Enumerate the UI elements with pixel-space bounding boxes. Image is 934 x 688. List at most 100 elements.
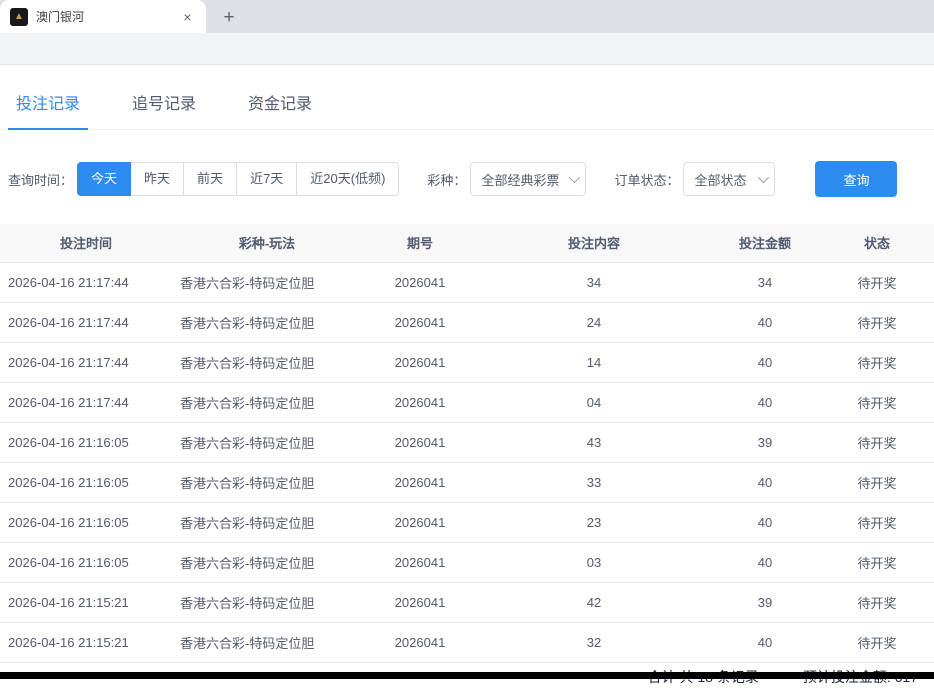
- header-status: 状态: [820, 224, 934, 262]
- query-button[interactable]: 查询: [815, 161, 897, 197]
- time-filter-20days[interactable]: 近20天(低频): [296, 162, 399, 196]
- order-status-select[interactable]: 全部状态: [683, 162, 775, 196]
- cell-bet-time: 2026-04-16 21:15:21: [0, 622, 172, 662]
- browser-toolbar: [0, 33, 934, 65]
- time-filter-today[interactable]: 今天: [77, 162, 131, 196]
- cell-issue-number: 2026041: [362, 382, 478, 422]
- cell-game-play: 香港六合彩-特码定位胆: [172, 422, 362, 462]
- table-row: 2026-04-16 21:17:44 香港六合彩-特码定位胆 2026041 …: [0, 342, 934, 382]
- chevron-down-icon: [758, 172, 769, 183]
- cell-issue-number: 2026041: [362, 542, 478, 582]
- tab-chase-records[interactable]: 追号记录: [118, 78, 210, 129]
- cell-status: 待开奖: [820, 582, 934, 622]
- cell-issue-number: 2026041: [362, 582, 478, 622]
- time-filter-yesterday[interactable]: 昨天: [130, 162, 184, 196]
- table-row: 2026-04-16 21:15:21 香港六合彩-特码定位胆 2026041 …: [0, 622, 934, 662]
- cell-game-play: 香港六合彩-特码定位胆: [172, 342, 362, 382]
- browser-tab-title: 澳门银河: [36, 8, 171, 25]
- cell-game-play: 香港六合彩-特码定位胆: [172, 542, 362, 582]
- cell-game-play: 香港六合彩-特码定位胆: [172, 302, 362, 342]
- cell-bet-time: 2026-04-16 21:16:05: [0, 502, 172, 542]
- cell-bet-content: 34: [478, 262, 710, 302]
- time-filter-label: 查询时间：: [8, 170, 73, 189]
- header-bet-amount: 投注金额: [710, 224, 820, 262]
- cell-bet-content: 43: [478, 422, 710, 462]
- cell-status: 待开奖: [820, 542, 934, 582]
- cell-bet-amount: 40: [710, 502, 820, 542]
- cell-status: 待开奖: [820, 342, 934, 382]
- cell-issue-number: 2026041: [362, 302, 478, 342]
- cell-bet-content: 24: [478, 302, 710, 342]
- cell-bet-content: 04: [478, 382, 710, 422]
- header-game-play: 彩种-玩法: [172, 224, 362, 262]
- cell-bet-amount: 40: [710, 382, 820, 422]
- cell-issue-number: 2026041: [362, 502, 478, 542]
- cell-issue-number: 2026041: [362, 422, 478, 462]
- cell-status: 待开奖: [820, 262, 934, 302]
- cell-status: 待开奖: [820, 622, 934, 662]
- table-row: 2026-04-16 21:16:05 香港六合彩-特码定位胆 2026041 …: [0, 542, 934, 582]
- cell-game-play: 香港六合彩-特码定位胆: [172, 502, 362, 542]
- cell-issue-number: 2026041: [362, 262, 478, 302]
- lottery-select-value: 全部经典彩票: [481, 170, 559, 189]
- table-row: 2026-04-16 21:17:44 香港六合彩-特码定位胆 2026041 …: [0, 302, 934, 342]
- table-body: 2026-04-16 21:17:44 香港六合彩-特码定位胆 2026041 …: [0, 262, 934, 662]
- cell-bet-time: 2026-04-16 21:16:05: [0, 462, 172, 502]
- cell-game-play: 香港六合彩-特码定位胆: [172, 382, 362, 422]
- time-filter-day-before[interactable]: 前天: [183, 162, 237, 196]
- cell-bet-amount: 40: [710, 622, 820, 662]
- cell-bet-content: 14: [478, 342, 710, 382]
- bet-records-table: 投注时间 彩种-玩法 期号 投注内容 投注金额 状态 2026-04-16 21…: [0, 224, 934, 663]
- tab-close-icon[interactable]: ×: [179, 8, 196, 25]
- lottery-select[interactable]: 全部经典彩票: [470, 162, 586, 196]
- browser-tab[interactable]: ▲ 澳门银河 ×: [0, 0, 206, 33]
- cell-game-play: 香港六合彩-特码定位胆: [172, 462, 362, 502]
- cell-status: 待开奖: [820, 382, 934, 422]
- status-filter-label: 订单状态：: [614, 170, 679, 189]
- table-row: 2026-04-16 21:16:05 香港六合彩-特码定位胆 2026041 …: [0, 462, 934, 502]
- cell-issue-number: 2026041: [362, 622, 478, 662]
- cell-bet-amount: 34: [710, 262, 820, 302]
- site-favicon-icon: ▲: [10, 8, 28, 26]
- cell-bet-content: 03: [478, 542, 710, 582]
- order-status-select-value: 全部状态: [694, 170, 746, 189]
- tab-bet-records[interactable]: 投注记录: [2, 78, 94, 129]
- cell-bet-amount: 40: [710, 462, 820, 502]
- cell-bet-time: 2026-04-16 21:17:44: [0, 342, 172, 382]
- cell-status: 待开奖: [820, 302, 934, 342]
- table-row: 2026-04-16 21:15:21 香港六合彩-特码定位胆 2026041 …: [0, 582, 934, 622]
- cell-bet-time: 2026-04-16 21:16:05: [0, 422, 172, 462]
- lottery-filter-label: 彩种：: [427, 170, 466, 189]
- header-issue-number: 期号: [362, 224, 478, 262]
- cell-issue-number: 2026041: [362, 462, 478, 502]
- time-filter-7days[interactable]: 近7天: [236, 162, 297, 196]
- cell-bet-amount: 39: [710, 422, 820, 462]
- time-filter-group: 今天 昨天 前天 近7天 近20天(低频): [77, 162, 399, 196]
- cell-bet-time: 2026-04-16 21:17:44: [0, 262, 172, 302]
- cell-bet-amount: 40: [710, 302, 820, 342]
- cell-bet-amount: 40: [710, 342, 820, 382]
- table-row: 2026-04-16 21:16:05 香港六合彩-特码定位胆 2026041 …: [0, 422, 934, 462]
- cell-game-play: 香港六合彩-特码定位胆: [172, 622, 362, 662]
- cell-bet-time: 2026-04-16 21:17:44: [0, 302, 172, 342]
- cell-bet-time: 2026-04-16 21:17:44: [0, 382, 172, 422]
- cell-bet-content: 32: [478, 622, 710, 662]
- cell-status: 待开奖: [820, 422, 934, 462]
- cell-status: 待开奖: [820, 502, 934, 542]
- cell-issue-number: 2026041: [362, 342, 478, 382]
- cell-game-play: 香港六合彩-特码定位胆: [172, 262, 362, 302]
- cell-bet-content: 23: [478, 502, 710, 542]
- table-row: 2026-04-16 21:16:05 香港六合彩-特码定位胆 2026041 …: [0, 502, 934, 542]
- tab-fund-records[interactable]: 资金记录: [234, 78, 326, 129]
- filter-bar: 查询时间： 今天 昨天 前天 近7天 近20天(低频) 彩种： 全部经典彩票 订…: [0, 161, 934, 197]
- cell-bet-content: 33: [478, 462, 710, 502]
- table-header-row: 投注时间 彩种-玩法 期号 投注内容 投注金额 状态: [0, 224, 934, 262]
- browser-tab-bar: ▲ 澳门银河 × +: [0, 0, 934, 33]
- cell-bet-time: 2026-04-16 21:16:05: [0, 542, 172, 582]
- new-tab-button[interactable]: +: [216, 4, 242, 30]
- header-bet-content: 投注内容: [478, 224, 710, 262]
- table-row: 2026-04-16 21:17:44 香港六合彩-特码定位胆 2026041 …: [0, 382, 934, 422]
- cell-bet-amount: 39: [710, 582, 820, 622]
- cell-bet-content: 42: [478, 582, 710, 622]
- page-tab-bar: 投注记录 追号记录 资金记录: [0, 78, 934, 130]
